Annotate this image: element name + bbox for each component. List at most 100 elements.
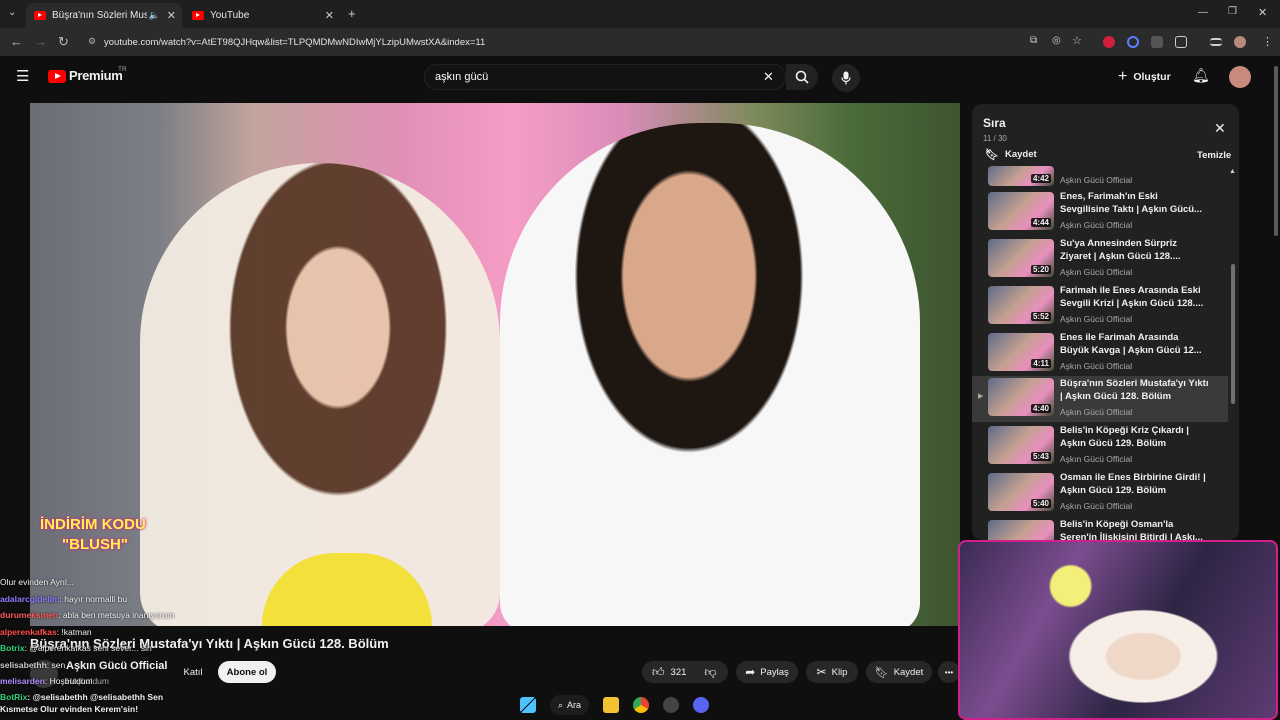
extension-icon[interactable] [1103, 36, 1115, 48]
chat-message: selisabethh: sen [0, 659, 66, 670]
region-code: TR [118, 66, 127, 73]
queue-title-text: Büşra'nın Sözleri Mustafa'yı Yıktı | Aşk… [1060, 378, 1209, 402]
chat-message: adalarcgidelim: hayır normalli bu [0, 593, 128, 604]
bookmark-star-icon[interactable]: ☆ [1072, 34, 1082, 47]
site-info-icon[interactable]: ⚙ [88, 36, 96, 47]
queue-thumbnail: 4:42 [988, 166, 1054, 186]
close-queue-icon[interactable]: ✕ [1214, 120, 1226, 137]
promo-line-2: "BLUSH" [62, 536, 128, 553]
minimize-icon[interactable]: — [1198, 7, 1208, 18]
queue-thumbnail: 5:43 [988, 426, 1054, 464]
url-bar[interactable]: ⚙ youtube.com/watch?v=AtET98QJHqw&list=T… [80, 31, 1090, 53]
taskbar-search[interactable]: ⌕ Ara [550, 695, 590, 715]
file-explorer-icon[interactable] [603, 697, 620, 713]
queue-duration: 4:40 [1030, 404, 1051, 413]
video-player[interactable] [30, 103, 960, 626]
video-frame-person-right [500, 123, 920, 626]
discord-icon[interactable] [693, 697, 710, 713]
install-icon[interactable]: ⧉ [1030, 35, 1037, 46]
browser-menu-icon[interactable]: ⋮ [1262, 35, 1273, 48]
tab-current-video[interactable]: Büşra'nın Sözleri Mustafa'yı 🔈 ✕ [26, 3, 182, 28]
windows-start-icon[interactable] [520, 697, 536, 713]
hamburger-menu-icon[interactable]: ☰ [16, 67, 29, 85]
scrollbar-thumb[interactable] [1274, 66, 1278, 236]
queue-duration: 5:20 [1030, 265, 1051, 274]
new-tab-button[interactable]: + [348, 6, 356, 21]
extension-icon[interactable] [1151, 36, 1163, 48]
taskbar: ⌕ Ara [520, 692, 710, 718]
notifications-bell-icon[interactable]: 🔔︎ [1192, 67, 1210, 84]
profile-avatar-icon[interactable] [1234, 36, 1246, 48]
like-count[interactable]: 321 [671, 667, 687, 678]
save-button[interactable]: 🔖︎ Kaydet [866, 661, 932, 683]
like-icon[interactable]: 👍︎ [652, 665, 665, 680]
queue-item[interactable]: 4:11 Enes ile Farimah Arasında Büyük Kav… [972, 331, 1228, 377]
close-window-icon[interactable]: ✕ [1258, 6, 1267, 19]
create-label: Oluştur [1133, 71, 1171, 83]
tab-list-icon[interactable]: ⌄ [8, 7, 16, 18]
tab-label: Büşra'nın Sözleri Mustafa'yı [52, 10, 147, 21]
queue-item-current[interactable]: ▶ 4:40 Büşra'nın Sözleri Mustafa'yı Yıkt… [972, 376, 1228, 422]
create-button[interactable]: + Oluştur [1118, 64, 1171, 90]
queue-item[interactable]: 5:20 Su'ya Annesinden Sürpriz Ziyaret | … [972, 237, 1228, 283]
account-avatar[interactable] [1229, 66, 1251, 88]
queue-thumbnail: 4:44 [988, 192, 1054, 230]
queue-channel: Aşkın Gücü Official [1060, 501, 1133, 511]
playlist-queue-panel: Sıra 11 / 30 ✕ 🔖︎ Kaydet Temizle ▲ 4:42 … [972, 104, 1239, 540]
back-icon[interactable]: ← [10, 34, 23, 49]
clear-search-icon[interactable]: ✕ [763, 69, 774, 85]
queue-title-text: Belis'in Köpeği Kriz Çıkardı | Aşkın Güc… [1060, 425, 1189, 449]
chat-message: durumeksmen: abla ben metsuya inanıyorum [0, 610, 175, 620]
now-playing-icon: ▶ [978, 393, 984, 400]
queue-item[interactable]: 4:44 Enes, Farimah'ın Eski Sevgilisine T… [972, 190, 1228, 236]
reading-list-icon[interactable] [1210, 38, 1222, 46]
like-dislike-group: 👍︎ 321 👎︎ [642, 661, 728, 683]
speaker-icon[interactable]: 🔈 [149, 10, 160, 21]
queue-channel: Aşkın Gücü Official [1060, 220, 1133, 230]
brand-label[interactable]: Premium [69, 68, 123, 83]
queue-title-text: Farimah ile Enes Arasında Eski Sevgili K… [1060, 285, 1204, 309]
dislike-icon[interactable]: 👎︎ [704, 665, 716, 680]
more-actions-button[interactable]: ••• [938, 661, 960, 683]
plus-icon: + [1118, 68, 1128, 85]
search-icon [795, 70, 809, 84]
queue-duration: 5:40 [1030, 499, 1051, 508]
queue-channel: Aşkın Gücü Official [1060, 314, 1133, 324]
youtube-logo-icon[interactable] [48, 70, 66, 83]
queue-item[interactable]: 5:40 Osman ile Enes Birbirine Girdi! | A… [972, 471, 1228, 517]
chat-bot-message: BotRix: @selisabethh @selisabethh Sen Kı… [0, 691, 163, 715]
chrome-icon[interactable] [633, 697, 650, 713]
extensions-puzzle-icon[interactable] [1175, 36, 1187, 48]
scroll-up-icon[interactable]: ▲ [1229, 168, 1236, 175]
close-tab-icon[interactable]: ✕ [167, 9, 176, 22]
queue-title: Sıra [983, 116, 1006, 130]
queue-item[interactable]: Belis'in Köpeği Osman'la Seren'in İlişki… [972, 518, 1228, 540]
extension-icon[interactable] [1127, 36, 1139, 48]
maximize-icon[interactable]: ❐ [1228, 6, 1237, 17]
search-input[interactable]: aşkın gücü ✕ [424, 64, 786, 90]
queue-item[interactable]: 5:43 Belis'in Köpeği Kriz Çıkardı | Aşkı… [972, 424, 1228, 470]
reload-icon[interactable]: ↻ [58, 34, 69, 50]
page-scrollbar[interactable] [1272, 56, 1280, 240]
app-icon[interactable] [663, 697, 680, 713]
queue-scrollbar[interactable] [1231, 264, 1235, 404]
tab-youtube[interactable]: YouTube ✕ [184, 3, 340, 28]
tab-label: YouTube [210, 10, 250, 21]
clip-button[interactable]: ✂ Klip [806, 661, 858, 683]
search-button[interactable] [786, 64, 818, 90]
scissors-icon: ✂ [816, 665, 827, 679]
close-tab-icon[interactable]: ✕ [325, 9, 334, 22]
queue-title-text: Enes ile Farimah Arasında Büyük Kavga | … [1060, 332, 1202, 356]
queue-item[interactable]: 5:52 Farimah ile Enes Arasında Eski Sevg… [972, 284, 1228, 330]
queue-duration: 4:42 [1030, 174, 1051, 183]
share-button[interactable]: ➦ Paylaş [736, 661, 798, 683]
queue-item[interactable]: 4:42 Aşkın Gücü Official [972, 152, 1228, 188]
chat-text: : @selisabethh @selisabethh Sen [27, 692, 164, 702]
voice-search-button[interactable] [832, 64, 860, 92]
queue-channel: Aşkın Gücü Official [1060, 361, 1133, 371]
eye-off-icon[interactable]: ◎ [1052, 35, 1061, 46]
bookmark-icon: 🔖︎ [874, 666, 889, 679]
forward-icon[interactable]: → [34, 34, 47, 49]
youtube-favicon-icon [34, 11, 46, 20]
chat-user: BotRix [0, 692, 28, 702]
